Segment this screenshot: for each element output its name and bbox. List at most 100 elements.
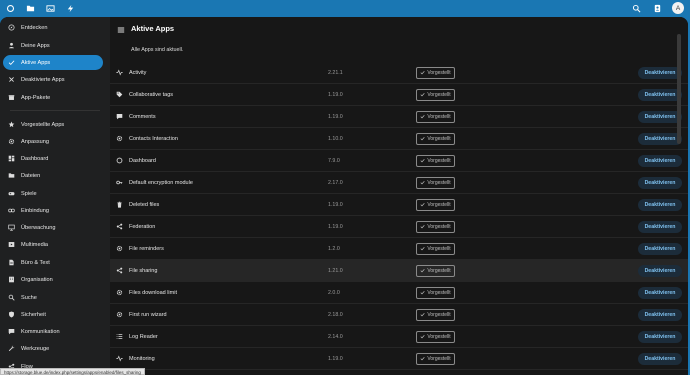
sidebar-item-organisation[interactable]: Organisation — [3, 272, 103, 287]
sidebar-item-label: Überwachung — [21, 224, 56, 231]
top-header: A — [0, 0, 690, 17]
deactivate-button[interactable]: Deaktivieren — [638, 308, 682, 321]
shield-icon — [8, 311, 15, 318]
header-right: A — [630, 2, 684, 14]
files-icon[interactable] — [24, 2, 36, 14]
app-name: Monitoring — [129, 355, 155, 362]
activity-icon[interactable] — [64, 2, 76, 14]
deactivate-button[interactable]: Deaktivieren — [638, 198, 682, 211]
app-row[interactable]: File reminders 1.2.0 Vorgestellt Deaktivier… — [110, 238, 688, 260]
sidebar-item-label: Spiele — [21, 190, 37, 197]
sidebar-item-suche[interactable]: Suche — [3, 290, 103, 305]
deactivate-button[interactable]: Deaktivieren — [638, 264, 682, 277]
sidebar-item-vorgestellte-apps[interactable]: Vorgestellte Apps — [3, 117, 103, 132]
preset-badge: Vorgestellt — [416, 242, 455, 255]
sidebar-item-werkzeuge[interactable]: Werkzeuge — [3, 341, 103, 356]
deactivate-button[interactable]: Deaktivieren — [638, 110, 682, 123]
app-row[interactable]: Collaborative tags 1.19.0 Vorgestellt Deakt… — [110, 84, 688, 106]
sidebar-item-deine-apps[interactable]: Deine Apps — [3, 38, 103, 53]
check-icon — [420, 313, 425, 317]
sidebar-item-einbindung[interactable]: Einbindung — [3, 203, 103, 218]
app-row[interactable]: Comments 1.19.0 Vorgestellt Deaktivieren — [110, 106, 688, 128]
deactivate-button[interactable]: Deaktivieren — [638, 352, 682, 365]
app-name: First run wizard — [129, 311, 167, 318]
contacts-icon[interactable] — [651, 2, 663, 14]
deactivate-button[interactable]: Deaktivieren — [638, 286, 682, 299]
app-row[interactable]: Files download limit 2.0.0 Vorgestellt Deak… — [110, 282, 688, 304]
organisation-icon — [8, 276, 15, 283]
app-row[interactable]: Activity 2.21.1 Vorgestellt Deaktivieren — [110, 62, 688, 84]
search-icon[interactable] — [630, 2, 642, 14]
sidebar-item-aktive-apps[interactable]: Aktive Apps — [3, 55, 103, 70]
sidebar-item-label: Büro & Text — [21, 259, 50, 266]
preset-label: Vorgestellt — [427, 245, 451, 252]
sidebar-item-label: App-Pakete — [21, 94, 51, 101]
app-name: Dashboard — [129, 157, 156, 164]
settings-icon — [116, 135, 123, 142]
check-icon — [420, 137, 425, 141]
app-row[interactable]: First run wizard 2.18.0 Vorgestellt Deaktiv… — [110, 304, 688, 326]
deactivate-button[interactable]: Deaktivieren — [638, 176, 682, 189]
link-icon — [8, 207, 15, 214]
activity-icon — [116, 69, 123, 76]
app-name: Default encryption module — [129, 179, 193, 186]
deactivate-button[interactable]: Deaktivieren — [638, 242, 682, 255]
sidebar-item-label: Organisation — [21, 276, 53, 283]
main-content: Aktive Apps Alle Apps sind aktuell. Acti… — [110, 17, 688, 375]
share-icon — [116, 267, 123, 274]
app-row[interactable]: Contacts Interaction 1.10.0 Vorgestellt Dea… — [110, 128, 688, 150]
sidebar-item-dashboard[interactable]: Dashboard — [3, 151, 103, 166]
deactivate-button[interactable]: Deaktivieren — [638, 220, 682, 233]
sidebar-item-spiele[interactable]: Spiele — [3, 186, 103, 201]
tools-icon — [8, 345, 15, 352]
app-row[interactable]: Monitoring 1.19.0 Vorgestellt Deaktivieren — [110, 348, 688, 370]
sidebar-item-entdecken[interactable]: Entdecken — [3, 20, 103, 35]
preset-badge: Vorgestellt — [416, 132, 455, 145]
deactivate-button[interactable]: Deaktivieren — [638, 66, 682, 79]
sidebar-item-label: Aktive Apps — [21, 59, 51, 66]
check-icon — [420, 159, 425, 163]
sidebar-item-deaktivierte-apps[interactable]: Deaktivierte Apps — [3, 72, 103, 87]
preset-label: Vorgestellt — [427, 113, 451, 120]
user-icon — [8, 42, 15, 49]
app-row[interactable]: Log Reader 2.14.0 Vorgestellt Deaktivieren — [110, 326, 688, 348]
preset-label: Vorgestellt — [427, 91, 451, 98]
photos-icon[interactable] — [44, 2, 56, 14]
deactivate-button[interactable]: Deaktivieren — [638, 154, 682, 167]
nextcloud-logo-icon[interactable] — [4, 2, 16, 14]
deactivate-button[interactable]: Deaktivieren — [638, 88, 682, 101]
scrollbar[interactable] — [677, 34, 681, 144]
sidebar-item-label: Multimedia — [21, 241, 49, 248]
app-version: 1.19.0 — [328, 91, 343, 98]
check-icon — [420, 71, 425, 75]
sidebar-item-ueberwachung[interactable]: Überwachung — [3, 220, 103, 235]
avatar[interactable]: A — [672, 2, 684, 14]
sidebar-item-kommunikation[interactable]: Kommunikation — [3, 324, 103, 339]
preset-label: Vorgestellt — [427, 289, 451, 296]
preset-label: Vorgestellt — [427, 311, 451, 318]
app-version: 2.21.1 — [328, 69, 343, 76]
app-name: Contacts Interaction — [129, 135, 178, 142]
sidebar-item-multimedia[interactable]: Multimedia — [3, 237, 103, 252]
app-row[interactable]: Deleted files 1.19.0 Vorgestellt Deaktivier… — [110, 194, 688, 216]
check-icon — [420, 115, 425, 119]
preset-label: Vorgestellt — [427, 69, 451, 76]
sidebar-item-label: Anpassung — [21, 138, 49, 145]
app-row[interactable]: File sharing 1.21.0 Vorgestellt Deaktiviere… — [110, 260, 688, 282]
deactivate-button[interactable]: Deaktivieren — [638, 132, 682, 145]
app-row[interactable]: Federation 1.19.0 Vorgestellt Deaktivieren — [110, 216, 688, 238]
sidebar-item-sicherheit[interactable]: Sicherheit — [3, 307, 103, 322]
sidebar-item-dateien[interactable]: Dateien — [3, 168, 103, 183]
app-row[interactable]: Dashboard 7.9.0 Vorgestellt Deaktivieren — [110, 150, 688, 172]
sidebar-item-buero-text[interactable]: Büro & Text — [3, 255, 103, 270]
deactivate-button[interactable]: Deaktivieren — [638, 330, 682, 343]
sidebar-item-anpassung[interactable]: Anpassung — [3, 134, 103, 149]
app-version: 2.17.0 — [328, 179, 343, 186]
app-row[interactable]: Default encryption module 2.17.0 Vorgestel… — [110, 172, 688, 194]
document-icon — [8, 259, 15, 266]
sidebar-item-label: Werkzeuge — [21, 345, 50, 352]
sidebar-item-app-pakete[interactable]: App-Pakete — [3, 90, 103, 105]
star-icon — [8, 121, 15, 128]
app-version: 1.19.0 — [328, 223, 343, 230]
menu-toggle-icon[interactable] — [117, 26, 125, 34]
